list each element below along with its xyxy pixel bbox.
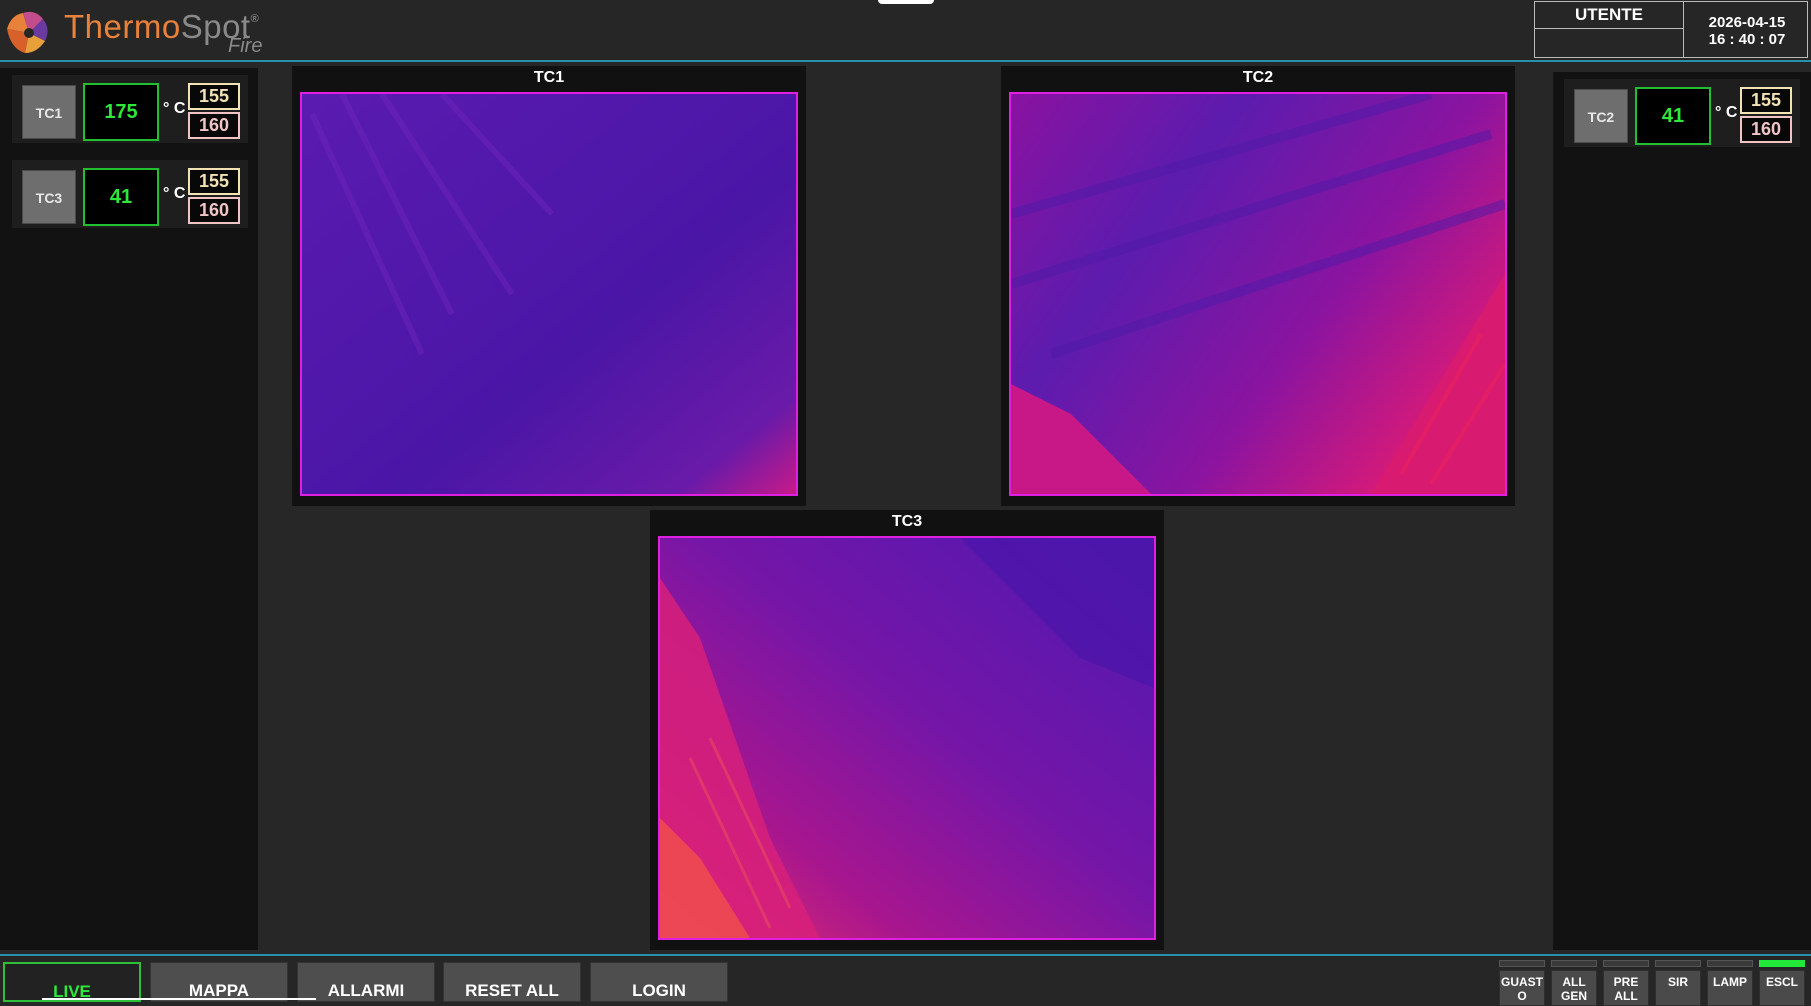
reset-all-button[interactable]: RESET ALL	[443, 962, 581, 1002]
sensor-temperature: 175	[83, 83, 159, 141]
right-sensor-panel: TC2 41 ° C 155 160	[1553, 72, 1811, 950]
camera-title: TC2	[1242, 69, 1274, 86]
pre-alarm-threshold: 155	[188, 168, 240, 195]
indicator-lamp	[1707, 960, 1753, 967]
bottom-bar: LIVE MAPPA ALLARMI RESET ALL LOGIN GUAST…	[0, 954, 1811, 1006]
indicator-label: ESCL	[1759, 970, 1805, 1006]
current-time: 16 : 40 : 07	[1708, 31, 1786, 48]
mappa-button[interactable]: MAPPA	[150, 962, 288, 1002]
sensor-card-tc2[interactable]: TC2 41 ° C 155 160	[1564, 79, 1800, 147]
indicator-label: SIR	[1655, 970, 1701, 1006]
pre-alarm-threshold: 155	[188, 83, 240, 110]
active-tab-underline	[42, 998, 316, 1000]
thermospot-logo-icon	[7, 11, 48, 53]
sensor-card-tc3[interactable]: TC3 41 ° C 155 160	[12, 160, 248, 228]
alarm-threshold: 160	[188, 197, 240, 224]
allarmi-button[interactable]: ALLARMI	[297, 962, 435, 1002]
indicator-lamp	[1551, 960, 1597, 967]
indicator-lamp-status: LAMP	[1707, 960, 1753, 1006]
registered-mark: ®	[250, 13, 260, 25]
header-bar: ThermoSpot® Fire UTENTE 2026-04-15 16 : …	[0, 0, 1811, 62]
indicator-all-gen: ALL GEN	[1551, 960, 1597, 1006]
thermal-image-tc1[interactable]	[300, 92, 798, 496]
user-label: UTENTE	[1535, 2, 1684, 29]
indicator-pre-all-gen: PRE ALL GEN	[1603, 960, 1649, 1006]
thermal-image-tc2[interactable]	[1009, 92, 1507, 496]
sensor-temperature: 41	[83, 168, 159, 226]
alarm-threshold: 160	[1740, 116, 1792, 143]
sensor-label[interactable]: TC1	[22, 85, 76, 139]
indicator-lamp	[1759, 960, 1805, 967]
current-date: 2026-04-15	[1708, 14, 1786, 31]
user-value	[1535, 29, 1684, 58]
brand-thermo: Thermo	[64, 8, 181, 45]
camera-panel-tc1: TC1	[292, 66, 806, 506]
indicator-lamp	[1655, 960, 1701, 967]
indicator-sir: SIR	[1655, 960, 1701, 1006]
indicator-lamp	[1603, 960, 1649, 967]
camera-title: TC3	[891, 513, 923, 530]
sensor-unit: ° C	[1715, 104, 1738, 121]
indicator-guasto: GUAST O	[1499, 960, 1545, 1006]
sensor-unit: ° C	[163, 100, 186, 117]
indicator-escl: ESCL	[1759, 960, 1805, 1006]
indicator-label: ALL GEN	[1551, 970, 1597, 1006]
indicator-label: GUAST O	[1499, 970, 1545, 1006]
thermal-image-tc3[interactable]	[658, 536, 1156, 940]
camera-title: TC1	[533, 69, 565, 86]
brand-subtitle: Fire	[228, 35, 263, 57]
sensor-unit: ° C	[163, 185, 186, 202]
sensor-label[interactable]: TC2	[1574, 89, 1628, 143]
indicator-lamp	[1499, 960, 1545, 967]
camera-panel-tc3: TC3	[650, 510, 1164, 950]
user-datetime-box: UTENTE 2026-04-15 16 : 40 : 07	[1534, 1, 1808, 58]
alarm-threshold: 160	[188, 112, 240, 139]
sensor-temperature: 41	[1635, 87, 1711, 145]
indicator-label: LAMP	[1707, 970, 1753, 1006]
pull-down-handle[interactable]	[878, 0, 934, 4]
login-button[interactable]: LOGIN	[590, 962, 728, 1002]
live-button[interactable]: LIVE	[3, 962, 141, 1002]
sensor-label[interactable]: TC3	[22, 170, 76, 224]
pre-alarm-threshold: 155	[1740, 87, 1792, 114]
sensor-card-tc1[interactable]: TC1 175 ° C 155 160	[12, 75, 248, 143]
indicator-label: PRE ALL GEN	[1603, 970, 1649, 1006]
left-sensor-panel: TC1 175 ° C 155 160 TC3 41 ° C 155 160	[0, 68, 258, 950]
camera-panel-tc2: TC2	[1001, 66, 1515, 506]
